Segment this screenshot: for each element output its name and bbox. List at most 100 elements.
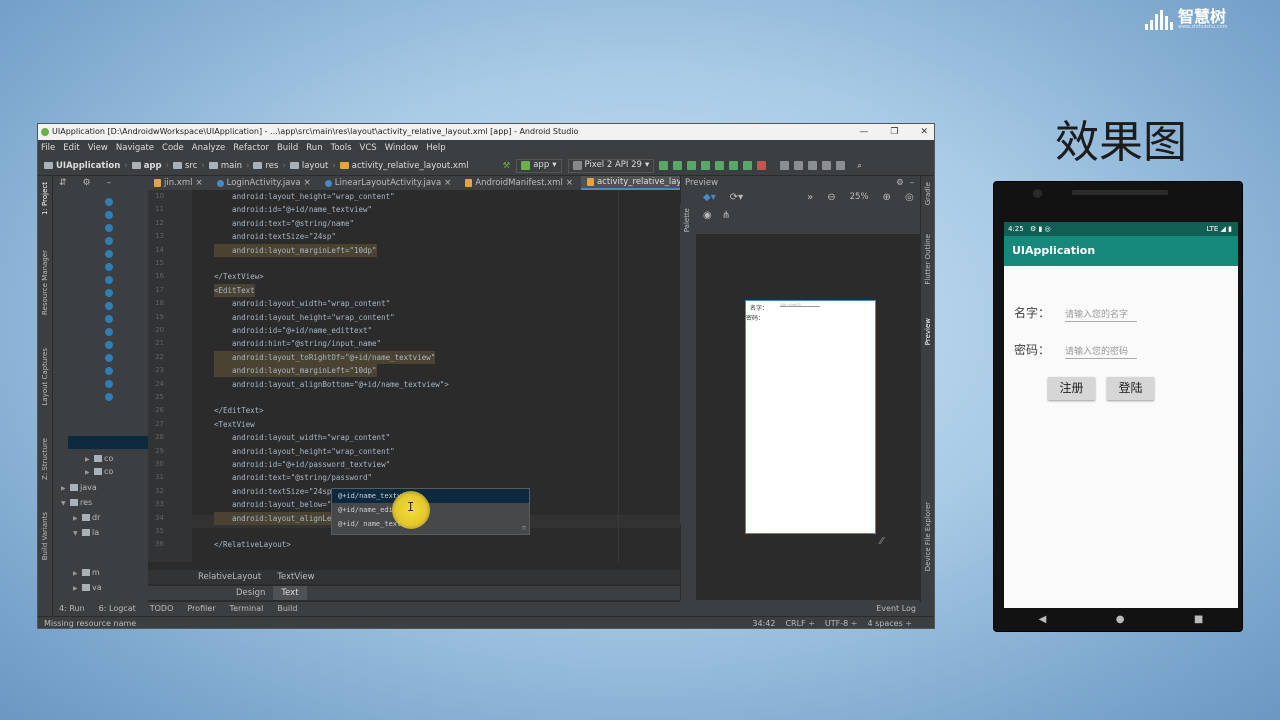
- zoom-fit-icon[interactable]: ◎: [905, 192, 914, 207]
- menu-vcs[interactable]: VCS: [360, 140, 377, 156]
- code-line[interactable]: android:id="@+id/name_edittext": [214, 324, 372, 337]
- tab-text[interactable]: Text: [273, 586, 307, 600]
- debug-icon[interactable]: [701, 161, 711, 170]
- breadcrumb-src[interactable]: src: [173, 156, 197, 176]
- back-icon[interactable]: ◀: [1039, 614, 1047, 625]
- maximize-button[interactable]: ❐: [890, 124, 898, 140]
- tool-event-log[interactable]: Event Log: [876, 602, 916, 616]
- tab-linear-layout-activity[interactable]: LinearLayoutActivity.java ×: [319, 176, 460, 190]
- tree-item-res[interactable]: ▼ res: [61, 496, 92, 509]
- tree-file-icon[interactable]: [105, 391, 115, 404]
- code-line[interactable]: android:layout_height="wrap_content": [214, 445, 395, 458]
- autocomplete-item[interactable]: @+id/name_textview: [332, 489, 529, 503]
- code-line[interactable]: android:layout_width="wrap_content": [214, 431, 390, 444]
- hammer-icon[interactable]: ⚒: [503, 156, 511, 176]
- profile-icon[interactable]: [729, 161, 739, 170]
- code-line[interactable]: <EditText: [214, 283, 255, 297]
- file-encoding[interactable]: UTF-8 ÷: [825, 617, 858, 628]
- tree-item-java[interactable]: ▶ java: [61, 481, 97, 494]
- layout-inspector-icon[interactable]: [836, 161, 846, 170]
- hide-icon[interactable]: –: [107, 176, 112, 190]
- tab-jin-xml[interactable]: jin.xml ×: [148, 176, 211, 190]
- orientation-icon[interactable]: ⟳▾: [730, 192, 743, 207]
- tree-item-mipmap[interactable]: ▶ m: [73, 566, 100, 579]
- autocomplete-item[interactable]: @+id/ name_textview: [332, 517, 529, 531]
- tool-tab-resource-manager[interactable]: Resource Manager: [39, 250, 52, 315]
- device-select[interactable]: Pixel 2 API 29 ▾: [567, 158, 655, 173]
- code-line[interactable]: android:textSize="24sp": [214, 230, 336, 243]
- menu-refactor[interactable]: Refactor: [233, 140, 269, 156]
- magnet-icon[interactable]: ⋔: [722, 210, 730, 221]
- code-line[interactable]: android:layout_marginLeft="10dp": [214, 243, 377, 257]
- tree-file-icon[interactable]: [105, 274, 115, 287]
- autocomplete-item[interactable]: @+id/name_edittext: [332, 503, 529, 517]
- stop-icon[interactable]: [757, 161, 767, 170]
- recents-icon[interactable]: ■: [1194, 614, 1203, 625]
- tool-logcat[interactable]: 6: Logcat: [99, 602, 136, 616]
- tree-file-icon[interactable]: [105, 222, 115, 235]
- apply-changes-icon[interactable]: [673, 161, 683, 170]
- tool-tab-project[interactable]: 1: Project: [39, 182, 52, 215]
- breadcrumb-app[interactable]: app: [131, 156, 162, 176]
- menu-edit[interactable]: Edit: [63, 140, 79, 156]
- tree-file-icon[interactable]: [105, 248, 115, 261]
- register-button[interactable]: 注册: [1048, 377, 1095, 400]
- code-line[interactable]: </EditText>: [214, 404, 264, 417]
- tool-tab-palette[interactable]: Palette: [681, 208, 694, 232]
- sync-icon[interactable]: [780, 161, 790, 170]
- menu-code[interactable]: Code: [162, 140, 184, 156]
- apply-code-changes-icon[interactable]: [687, 161, 697, 170]
- code-line[interactable]: android:layout_alignBottom="@+id/name_te…: [214, 378, 449, 391]
- code-line[interactable]: android:layout_toRightOf="@+id/name_text…: [214, 350, 436, 364]
- menu-window[interactable]: Window: [385, 140, 419, 156]
- project-structure-icon[interactable]: [822, 161, 832, 170]
- menu-file[interactable]: File: [41, 140, 55, 156]
- tree-item-co-1[interactable]: ▶ co: [85, 452, 113, 465]
- line-separator[interactable]: CRLF ÷: [785, 617, 814, 628]
- login-button[interactable]: 登陆: [1107, 377, 1154, 400]
- tool-tab-build-variants[interactable]: Build Variants: [39, 512, 52, 560]
- code-line[interactable]: android:hint="@string/input_name": [214, 337, 381, 350]
- tree-item-layout[interactable]: ▼ la: [73, 526, 99, 539]
- tree-file-icon[interactable]: [105, 326, 115, 339]
- close-button[interactable]: ✕: [920, 124, 928, 140]
- resize-handle-icon[interactable]: ⁄⁄: [880, 536, 883, 547]
- tree-file-icon[interactable]: [105, 339, 115, 352]
- minimize-button[interactable]: —: [859, 124, 868, 140]
- tree-item-drawable[interactable]: ▶ dr: [73, 511, 100, 524]
- overflow-icon[interactable]: »: [807, 192, 813, 207]
- code-line[interactable]: android:layout_height="wrap_content": [214, 311, 395, 324]
- menu-tools[interactable]: Tools: [331, 140, 352, 156]
- breadcrumb-main[interactable]: main: [208, 156, 242, 176]
- menu-help[interactable]: Help: [426, 140, 445, 156]
- code-line[interactable]: android:layout_marginLeft="10dp": [214, 364, 377, 378]
- tree-file-icon[interactable]: [105, 261, 115, 274]
- code-line[interactable]: android:layout_height="wrap_content": [214, 190, 395, 203]
- tab-design[interactable]: Design: [228, 586, 273, 600]
- code-line[interactable]: android:id="@+id/name_textview": [214, 203, 372, 216]
- menu-view[interactable]: View: [88, 140, 108, 156]
- name-input[interactable]: 请输入您的名字: [1065, 307, 1137, 322]
- minimize-panel-icon[interactable]: –: [910, 176, 914, 190]
- preview-device-frame[interactable]: 名字： 请输入您的名字 密码：: [745, 300, 876, 534]
- autocomplete-popup[interactable]: @+id/name_textview @+id/name_edittext @+…: [331, 488, 530, 535]
- indent-setting[interactable]: 4 spaces ÷: [867, 617, 912, 628]
- avd-manager-icon[interactable]: [794, 161, 804, 170]
- layers-icon[interactable]: ◆▾: [703, 192, 716, 207]
- tool-run[interactable]: 4: Run: [59, 602, 85, 616]
- tree-file-icon[interactable]: [105, 365, 115, 378]
- code-line[interactable]: <TextView: [214, 418, 255, 431]
- run-icon[interactable]: [659, 161, 669, 170]
- breadcrumb-file[interactable]: activity_relative_layout.xml: [339, 156, 469, 176]
- password-input[interactable]: 请输入您的密码: [1065, 344, 1137, 359]
- xml-crumb-textview[interactable]: TextView: [277, 570, 314, 584]
- menu-analyze[interactable]: Analyze: [192, 140, 226, 156]
- search-icon[interactable]: ⌕: [857, 156, 862, 176]
- menu-run[interactable]: Run: [306, 140, 322, 156]
- menu-navigate[interactable]: Navigate: [116, 140, 154, 156]
- tree-file-icon[interactable]: [105, 352, 115, 365]
- code-line[interactable]: </RelativeLayout>: [214, 538, 291, 551]
- code-line[interactable]: android:text="@string/name": [214, 217, 354, 230]
- breadcrumb-layout[interactable]: layout: [289, 156, 328, 176]
- code-line[interactable]: android:text="@string/password": [214, 471, 372, 484]
